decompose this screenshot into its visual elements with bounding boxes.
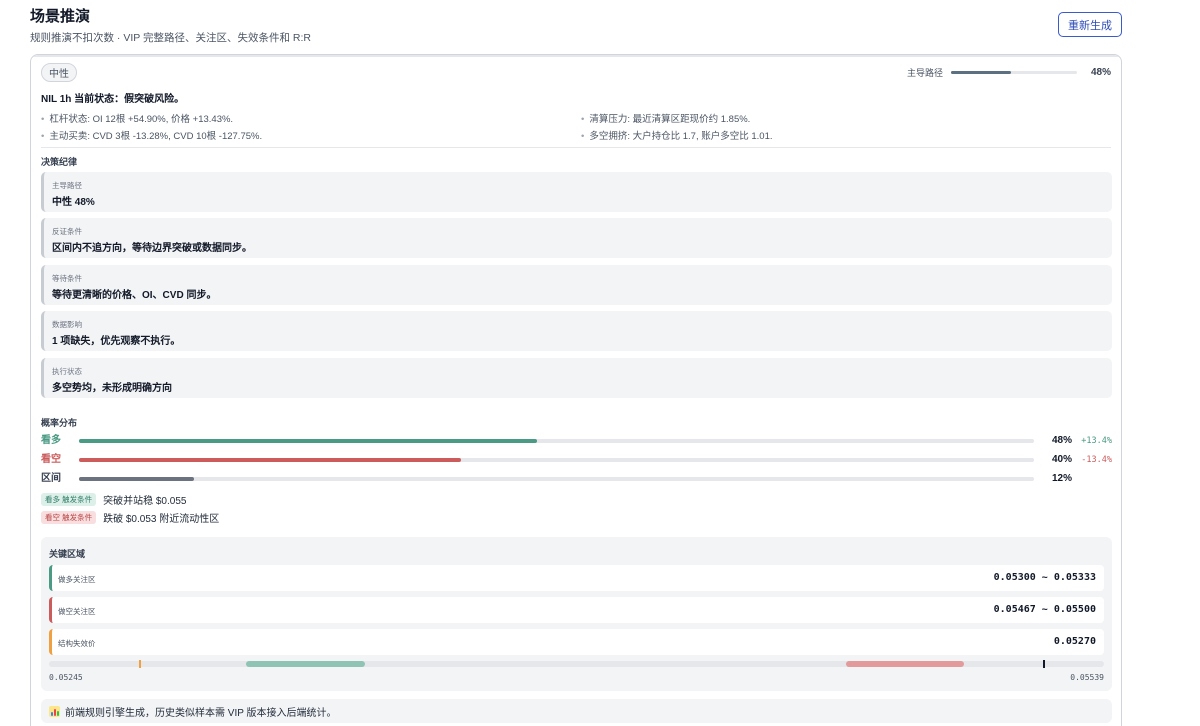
probability-percent: 40% <box>1051 454 1072 465</box>
rule-label: 等待条件 <box>52 274 82 283</box>
long-zone-band <box>246 661 365 667</box>
probability-change: +13.4% <box>1081 436 1112 446</box>
stance-badge: 中性 <box>41 63 77 82</box>
rule-label: 反证条件 <box>52 227 82 236</box>
regenerate-button[interactable]: 重新生成 <box>1058 12 1122 37</box>
zone-value: 0.05300 ~ 0.05333 <box>993 572 1096 583</box>
metric-leverage: • 杠杆状态: OI 12根 +54.90%, 价格 +13.43%. <box>41 111 233 125</box>
trigger-tag-bear: 看空 触发条件 <box>41 510 97 524</box>
rule-wait-condition: 等待条件 等待更清晰的价格、OI、CVD 同步。 <box>41 265 1112 305</box>
footnote-text: 前端规则引擎生成，历史类似样本需 VIP 版本接入后端统计。 <box>65 707 337 719</box>
main-path-indicator: 主导路径 48% <box>907 65 1111 79</box>
probability-row-bull: 看多 48% +13.4% <box>41 434 1112 448</box>
rule-label: 主导路径 <box>52 181 82 190</box>
page-title: 场景推演 <box>30 8 91 25</box>
trigger-bear: 看空 触发条件 跌破 $0.053 附近流动性区 <box>41 510 220 525</box>
zone-value: 0.05270 <box>1053 636 1096 647</box>
rule-value: 1 项缺失，优先观察不执行。 <box>52 336 181 347</box>
probability-change: -13.4% <box>1081 455 1112 465</box>
range-max-label: 0.05539 <box>1070 673 1104 682</box>
main-path-percent: 48% <box>1090 66 1111 78</box>
bullet-dot: • <box>581 114 585 125</box>
short-zone-band <box>845 661 965 667</box>
rule-counter-condition: 反证条件 区间内不追方向，等待边界突破或数据同步。 <box>41 218 1112 258</box>
probability-fill <box>79 458 461 462</box>
probability-label: 看空 <box>41 454 61 465</box>
probability-row-bear: 看空 40% -13.4% <box>41 453 1112 467</box>
probability-percent: 48% <box>1051 435 1072 446</box>
trigger-text: 跌破 $0.053 附近流动性区 <box>103 513 220 525</box>
rule-value: 中性 48% <box>52 197 95 208</box>
divider <box>41 147 1111 148</box>
page-subtitle: 规则推演不扣次数 · VIP 完整路径、关注区、失效条件和 R:R <box>30 32 311 44</box>
probability-label: 区间 <box>41 473 61 484</box>
zone-value: 0.05467 ~ 0.05500 <box>993 604 1096 615</box>
trigger-text: 突破并站稳 $0.055 <box>103 495 187 507</box>
bullet-dot: • <box>581 131 585 142</box>
probability-fill <box>79 477 194 481</box>
status-line: NIL 1h 当前状态：假突破风险。 <box>41 94 185 105</box>
invalidation-marker <box>138 660 141 668</box>
metric-text: 杠杆状态: OI 12根 +54.90%, 价格 +13.43%. <box>49 114 234 125</box>
card-top-border <box>31 55 1121 57</box>
rule-value: 等待更清晰的价格、OI、CVD 同步。 <box>52 290 217 301</box>
current-price-marker <box>1042 660 1045 668</box>
metric-text: 主动买卖: CVD 3根 -13.28%, CVD 10根 -127.75%. <box>49 131 263 142</box>
probability-track <box>79 439 1034 443</box>
rule-value: 区间内不追方向，等待边界突破或数据同步。 <box>52 243 252 254</box>
main-path-label: 主导路径 <box>906 67 943 78</box>
price-range-track <box>49 660 1104 668</box>
trigger-bull: 看多 触发条件 突破并站稳 $0.055 <box>41 492 187 507</box>
main-path-fill <box>951 70 1012 74</box>
key-zones-title: 关键区域 <box>49 549 86 559</box>
trigger-tag-bull: 看多 触发条件 <box>41 492 97 506</box>
rule-data-impact: 数据影响 1 项缺失，优先观察不执行。 <box>41 311 1112 351</box>
main-path-track <box>951 70 1077 74</box>
probability-percent: 12% <box>1051 473 1072 484</box>
metric-cvd: • 主动买卖: CVD 3根 -13.28%, CVD 10根 -127.75%. <box>41 128 262 142</box>
rule-main-path: 主导路径 中性 48% <box>41 172 1112 212</box>
zone-label: 做空关注区 <box>58 607 96 616</box>
bar-chart-icon <box>49 705 60 717</box>
probability-row-range: 区间 12% <box>41 472 1112 486</box>
metric-text: 清算压力: 最近清算区距现价约 1.85%. <box>589 114 751 125</box>
footnote: 前端规则引擎生成，历史类似样本需 VIP 版本接入后端统计。 <box>41 699 1112 723</box>
probability-track <box>79 458 1034 462</box>
scenario-card: 中性 主导路径 48% NIL 1h 当前状态：假突破风险。 • 杠杆状态: OI… <box>30 54 1122 726</box>
metric-text: 多空拥挤: 大户持仓比 1.7, 账户多空比 1.01. <box>589 131 773 142</box>
probability-fill <box>79 439 538 443</box>
rule-label: 执行状态 <box>52 367 82 376</box>
metric-crowding: • 多空拥挤: 大户持仓比 1.7, 账户多空比 1.01. <box>581 128 773 142</box>
metric-liquidation: • 清算压力: 最近清算区距现价约 1.85%. <box>581 111 750 125</box>
probability-track <box>79 477 1034 481</box>
zone-invalidation: 结构失效价 0.05270 <box>49 629 1104 655</box>
zone-label: 结构失效价 <box>58 639 96 648</box>
bullet-dot: • <box>41 131 45 142</box>
key-zones-panel: 关键区域 做多关注区 0.05300 ~ 0.05333 做空关注区 0.054… <box>41 537 1112 691</box>
rule-label: 数据影响 <box>52 320 82 329</box>
zone-label: 做多关注区 <box>58 575 96 584</box>
rule-value: 多空势均，未形成明确方向 <box>52 383 172 394</box>
zone-long: 做多关注区 0.05300 ~ 0.05333 <box>49 565 1104 591</box>
bullet-dot: • <box>41 114 45 125</box>
probability-title: 概率分布 <box>41 418 78 428</box>
probability-label: 看多 <box>41 435 61 446</box>
range-min-label: 0.05245 <box>49 673 83 682</box>
rule-execution-status: 执行状态 多空势均，未形成明确方向 <box>41 358 1112 398</box>
discipline-title: 决策纪律 <box>41 157 78 167</box>
zone-short: 做空关注区 0.05467 ~ 0.05500 <box>49 597 1104 623</box>
page-header: 场景推演 规则推演不扣次数 · VIP 完整路径、关注区、失效条件和 R:R 重… <box>30 8 1122 48</box>
